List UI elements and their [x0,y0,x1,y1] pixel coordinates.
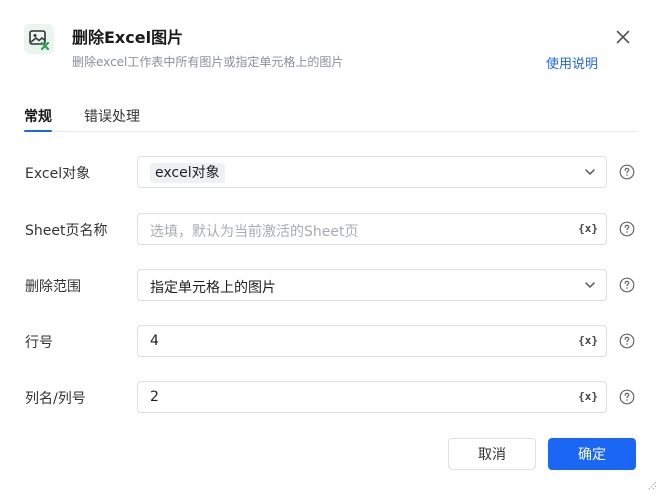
row-number-row: 行号 4 {x} [0,325,660,357]
confirm-button[interactable]: 确定 [548,438,636,470]
usage-help-link[interactable]: 使用说明 [546,53,598,72]
delete-scope-value: 指定单元格上的图片 [150,280,276,296]
active-tab-indicator [24,130,52,132]
excel-object-label: Excel对象 [25,166,91,182]
excel-object-tag: excel对象 [150,163,225,183]
tab-bar: 常规 错误处理 [24,104,636,132]
delete-scope-select[interactable]: 指定单元格上的图片 [137,269,607,301]
delete-excel-image-dialog: 删除Excel图片 删除excel工作表中所有图片或指定单元格上的图片 使用说明… [0,0,660,494]
cancel-button[interactable]: 取消 [448,438,536,470]
question-icon[interactable] [619,164,635,180]
sheet-name-input[interactable]: 选填，默认为当前激活的Sheet页 {x} [137,213,607,245]
tab-general-label: 常规 [24,109,52,125]
chevron-down-icon [585,282,595,288]
close-button[interactable] [612,26,634,48]
sheet-name-placeholder: 选填，默认为当前激活的Sheet页 [150,224,359,240]
question-icon[interactable] [619,389,635,405]
column-row: 列名/列号 2 {x} [0,381,660,413]
resize-grip-icon[interactable] [645,479,657,491]
tab-general[interactable]: 常规 [24,106,52,126]
tab-error-handling[interactable]: 错误处理 [84,106,140,126]
question-icon[interactable] [619,221,635,237]
delete-scope-row: 删除范围 指定单元格上的图片 [0,269,660,301]
dialog-title: 删除Excel图片 [72,28,184,47]
tab-error-handling-label: 错误处理 [84,109,140,125]
row-number-input[interactable]: 4 {x} [137,325,607,357]
excel-object-row: Excel对象 excel对象 [0,156,660,188]
row-number-label: 行号 [25,335,53,351]
row-number-value: 4 [150,333,159,349]
chevron-down-icon [585,169,595,175]
sheet-name-label: Sheet页名称 [25,223,108,239]
close-icon [616,30,630,44]
question-icon[interactable] [619,277,635,293]
variable-insert-icon[interactable]: {x} [578,222,598,235]
excel-image-delete-icon [24,24,54,54]
excel-object-select[interactable]: excel对象 [137,156,607,188]
variable-insert-icon[interactable]: {x} [578,390,598,403]
sheet-name-row: Sheet页名称 选填，默认为当前激活的Sheet页 {x} [0,213,660,245]
column-input[interactable]: 2 {x} [137,381,607,413]
column-label: 列名/列号 [25,391,86,407]
question-icon[interactable] [619,333,635,349]
delete-scope-label: 删除范围 [25,279,81,295]
dialog-subtitle: 删除excel工作表中所有图片或指定单元格上的图片 [72,55,344,69]
column-value: 2 [150,389,159,405]
variable-insert-icon[interactable]: {x} [578,334,598,347]
